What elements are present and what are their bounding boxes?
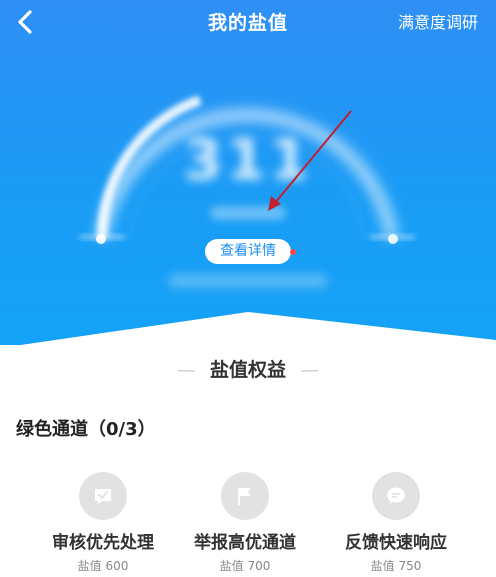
benefit-icon-circle <box>79 472 127 520</box>
benefit-review-priority[interactable]: 审核优先处理 盐值 600 <box>23 472 183 574</box>
benefit-fast-feedback[interactable]: 反馈快速响应 盐值 750 <box>316 472 476 574</box>
benefit-requirement: 盐值 600 <box>77 559 129 573</box>
annotation-arrow <box>268 110 352 211</box>
flag-icon <box>238 488 251 505</box>
top-bar: 我的盐值 满意度调研 <box>0 0 496 44</box>
benefit-requirement: 盐值 700 <box>219 559 271 573</box>
benefit-icon-circle <box>372 472 420 520</box>
rights-section-title: — 盐值权益 — <box>0 355 496 382</box>
benefit-label: 举报高优通道 <box>194 533 296 553</box>
title-dash-left: — <box>176 359 196 381</box>
hero-bottom-curve <box>20 312 496 345</box>
rights-title-text: 盐值权益 <box>209 359 286 381</box>
green-channel-title: 绿色通道（0/3） <box>16 419 156 440</box>
satisfaction-survey-link[interactable]: 满意度调研 <box>398 9 478 33</box>
check-message-icon <box>95 489 111 504</box>
salt-value-hero: 311 查看详情 我的盐值 满意度调研 <box>0 0 496 345</box>
title-dash-right: — <box>300 359 319 381</box>
benefit-icon-circle <box>221 472 269 520</box>
benefit-label: 反馈快速响应 <box>345 533 447 553</box>
benefit-requirement: 盐值 750 <box>370 559 422 573</box>
chat-bubble-icon <box>387 487 405 504</box>
benefit-label: 审核优先处理 <box>52 533 154 553</box>
benefit-report-channel[interactable]: 举报高优通道 盐值 700 <box>165 472 325 574</box>
benefits-list: 审核优先处理 盐值 600 举报高优通道 盐值 700 反馈快速响应 盐值 75… <box>0 472 496 577</box>
